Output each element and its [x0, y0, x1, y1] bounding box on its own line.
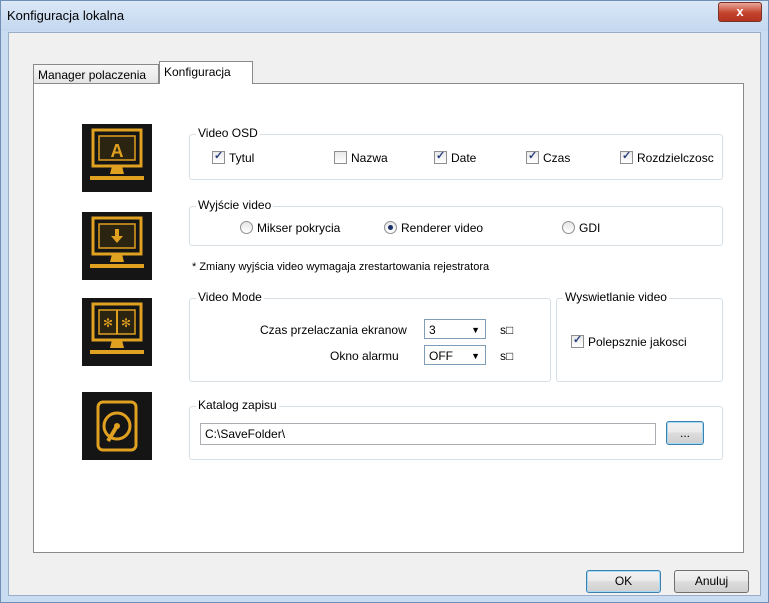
checkbox-box[interactable] — [434, 149, 447, 164]
title-bar[interactable]: Konfiguracja lokalna x — [1, 1, 768, 31]
close-button[interactable]: x — [718, 2, 762, 22]
checkbox-label: Date — [451, 151, 477, 165]
checkbox-label: Tytul — [229, 151, 255, 165]
tab-konfiguracja[interactable]: Konfiguracja — [159, 61, 253, 84]
output-video-renderer-radio[interactable]: Renderer video — [384, 221, 483, 235]
alarm-window-label: Okno alarmu — [330, 349, 399, 363]
video-mode-group: Video Mode Czas przelaczania ekranow 3 ▼… — [189, 290, 551, 382]
osd-date-checkbox[interactable]: Date — [434, 149, 477, 165]
browse-button[interactable]: ... — [666, 421, 704, 445]
checkbox-box[interactable] — [620, 151, 633, 164]
cancel-button[interactable]: Anuluj — [674, 570, 749, 593]
osd-name-checkbox[interactable]: Nazwa — [334, 151, 388, 165]
tab-manager-polaczenia[interactable]: Manager polaczenia — [33, 64, 159, 84]
svg-text:✻: ✻ — [103, 316, 113, 330]
svg-text:✻: ✻ — [121, 316, 131, 330]
ok-button[interactable]: OK — [586, 570, 661, 593]
select-value: OFF — [429, 349, 453, 363]
switch-time-label: Czas przelaczania ekranow — [260, 323, 407, 337]
video-osd-group: Video OSD Tytul Nazwa Date Czas Rozdziel… — [189, 126, 723, 180]
checkbox-box[interactable] — [334, 151, 347, 164]
switch-time-select[interactable]: 3 ▼ — [424, 319, 486, 339]
video-display-legend: Wyswietlanie video — [563, 290, 669, 304]
switch-time-unit: s□ — [500, 323, 514, 337]
hard-disk-icon — [82, 392, 152, 460]
radio-circle[interactable] — [562, 221, 575, 234]
window-title: Konfiguracja lokalna — [7, 8, 125, 23]
checkbox-label: Polepsznie jakosci — [588, 335, 687, 349]
select-value: 3 — [429, 323, 436, 337]
dialog-client-area: Manager polaczenia Konfiguracja A Video … — [8, 32, 761, 596]
video-output-legend: Wyjście video — [196, 198, 274, 212]
radio-label: Renderer video — [401, 221, 484, 235]
chevron-down-icon: ▼ — [471, 325, 480, 335]
configuration-panel: A Video OSD Tytul Nazwa Date Czas Rozdzi… — [33, 83, 744, 553]
osd-resolution-checkbox[interactable]: Rozdzielczosc — [620, 151, 720, 165]
checkbox-box[interactable] — [571, 333, 584, 348]
dialog-window: Konfiguracja lokalna x Manager polaczeni… — [0, 0, 769, 603]
output-overlay-mixer-radio[interactable]: Mikser pokrycia — [240, 221, 340, 235]
quality-improvement-checkbox[interactable]: Polepsznie jakosci — [571, 333, 687, 349]
monitor-letter-a-icon: A — [82, 124, 152, 192]
radio-circle[interactable] — [240, 221, 253, 234]
checkbox-box[interactable] — [526, 149, 539, 164]
radio-label: GDI — [579, 221, 601, 235]
video-osd-legend: Video OSD — [196, 126, 260, 140]
checkbox-box[interactable] — [212, 149, 225, 164]
record-folder-path-field[interactable]: C:\SaveFolder\ — [200, 423, 656, 445]
radio-circle[interactable] — [384, 221, 397, 234]
alarm-window-select[interactable]: OFF ▼ — [424, 345, 486, 365]
record-folder-legend: Katalog zapisu — [196, 398, 279, 412]
alarm-window-unit: s□ — [500, 349, 514, 363]
video-output-group: Wyjście video Mikser pokrycia Renderer v… — [189, 198, 723, 246]
svg-text:A: A — [111, 141, 124, 161]
osd-time-checkbox[interactable]: Czas — [526, 149, 571, 165]
monitor-download-icon — [82, 212, 152, 280]
osd-title-checkbox[interactable]: Tytul — [212, 149, 255, 165]
monitor-split-icon: ✻ ✻ — [82, 298, 152, 366]
checkbox-label: Czas — [543, 151, 571, 165]
chevron-down-icon: ▼ — [471, 351, 480, 361]
restart-note: * Zmiany wyjścia video wymagaja zrestart… — [192, 261, 490, 273]
record-folder-group: Katalog zapisu C:\SaveFolder\ ... — [189, 398, 723, 460]
checkbox-label: Rozdzielczosc — [637, 151, 714, 165]
video-display-group: Wyswietlanie video Polepsznie jakosci — [556, 290, 723, 382]
video-mode-legend: Video Mode — [196, 290, 264, 304]
radio-label: Mikser pokrycia — [257, 221, 341, 235]
output-gdi-radio[interactable]: GDI — [562, 221, 600, 235]
checkbox-label: Nazwa — [351, 151, 388, 165]
